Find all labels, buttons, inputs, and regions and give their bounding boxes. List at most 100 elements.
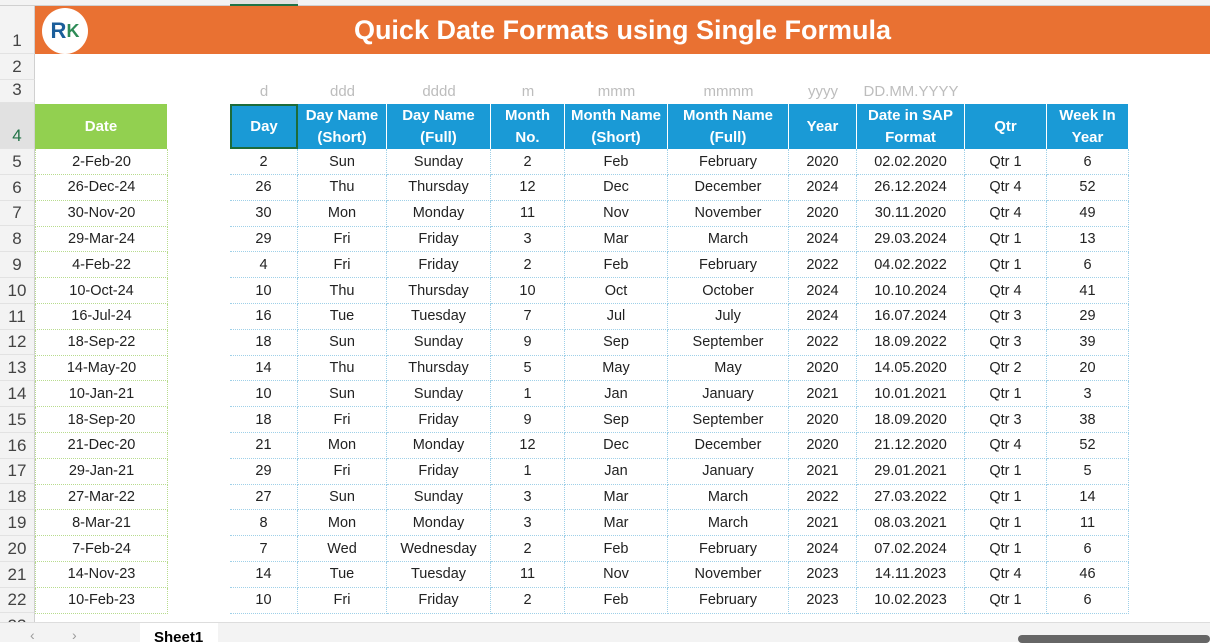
table-cell[interactable]: 52 [1047, 174, 1129, 201]
table-cell[interactable]: 3 [491, 226, 565, 253]
table-cell[interactable]: 2020 [789, 200, 857, 227]
table-cell[interactable]: 14.05.2020 [857, 355, 965, 382]
column-header[interactable]: Day [230, 104, 298, 149]
table-cell[interactable]: 10.10.2024 [857, 278, 965, 304]
table-cell[interactable]: 11 [1047, 510, 1129, 537]
column-header[interactable]: Month Name (Full) [668, 104, 789, 149]
table-cell[interactable]: 3 [1047, 381, 1129, 408]
table-cell[interactable]: 10.02.2023 [857, 587, 965, 614]
table-cell[interactable]: 18 [230, 329, 298, 356]
sheet-tab-sheet1[interactable]: Sheet1 [140, 623, 218, 643]
table-cell[interactable]: Nov [565, 200, 668, 227]
table-cell[interactable]: 2024 [789, 303, 857, 330]
table-cell[interactable]: 52 [1047, 432, 1129, 459]
table-cell[interactable]: 2024 [789, 226, 857, 253]
table-cell[interactable]: Sunday [387, 381, 491, 408]
table-cell[interactable]: February [668, 587, 789, 614]
table-cell[interactable]: Thursday [387, 174, 491, 201]
table-cell[interactable]: 10 [230, 381, 298, 408]
table-cell[interactable]: 29 [230, 226, 298, 253]
table-cell[interactable]: 12 [491, 174, 565, 201]
table-cell[interactable]: Sunday [387, 329, 491, 356]
row-header[interactable]: 13 [0, 355, 35, 382]
table-cell[interactable]: 18.09.2022 [857, 329, 965, 356]
table-cell[interactable]: Mar [565, 484, 668, 511]
table-cell[interactable]: Qtr 1 [965, 536, 1047, 562]
date-cell[interactable]: 21-Dec-20 [35, 432, 168, 459]
table-cell[interactable]: December [668, 174, 789, 201]
table-cell[interactable]: Fri [298, 407, 387, 433]
date-cell[interactable]: 2-Feb-20 [35, 149, 168, 175]
table-cell[interactable]: December [668, 432, 789, 459]
table-cell[interactable]: 5 [1047, 458, 1129, 485]
table-cell[interactable]: 14 [230, 355, 298, 382]
table-cell[interactable]: 16.07.2024 [857, 303, 965, 330]
table-cell[interactable]: Wednesday [387, 536, 491, 562]
table-cell[interactable]: 27 [230, 484, 298, 511]
table-cell[interactable]: 2021 [789, 458, 857, 485]
table-cell[interactable]: 2022 [789, 252, 857, 279]
date-cell[interactable]: 7-Feb-24 [35, 536, 168, 562]
table-cell[interactable]: Qtr 3 [965, 329, 1047, 356]
table-cell[interactable]: 18.09.2020 [857, 407, 965, 433]
table-cell[interactable]: 5 [491, 355, 565, 382]
table-cell[interactable]: February [668, 149, 789, 175]
row-header[interactable]: 20 [0, 536, 35, 562]
table-cell[interactable]: Oct [565, 278, 668, 304]
table-cell[interactable]: Feb [565, 252, 668, 279]
table-cell[interactable]: Sunday [387, 149, 491, 175]
table-cell[interactable]: 21.12.2020 [857, 432, 965, 459]
table-cell[interactable]: 8 [230, 510, 298, 537]
table-cell[interactable]: Sunday [387, 484, 491, 511]
table-cell[interactable]: Mar [565, 226, 668, 253]
table-cell[interactable]: Qtr 1 [965, 587, 1047, 614]
date-cell[interactable]: 27-Mar-22 [35, 484, 168, 511]
table-cell[interactable]: November [668, 200, 789, 227]
table-cell[interactable]: 2024 [789, 174, 857, 201]
table-cell[interactable]: 10 [230, 587, 298, 614]
table-cell[interactable]: 29.03.2024 [857, 226, 965, 253]
date-cell[interactable]: 18-Sep-20 [35, 407, 168, 433]
table-cell[interactable]: Feb [565, 149, 668, 175]
table-cell[interactable]: 08.03.2021 [857, 510, 965, 537]
table-cell[interactable]: Monday [387, 432, 491, 459]
table-cell[interactable]: Sun [298, 149, 387, 175]
row-header[interactable]: 2 [0, 54, 35, 80]
table-cell[interactable]: 26 [230, 174, 298, 201]
row-header[interactable]: 17 [0, 458, 35, 485]
table-cell[interactable]: 12 [491, 432, 565, 459]
table-cell[interactable]: 2 [491, 149, 565, 175]
row-header[interactable]: 5 [0, 149, 35, 175]
table-cell[interactable]: Friday [387, 252, 491, 279]
table-cell[interactable]: Qtr 4 [965, 200, 1047, 227]
table-cell[interactable]: 14 [230, 561, 298, 588]
table-cell[interactable]: 39 [1047, 329, 1129, 356]
table-cell[interactable]: Friday [387, 407, 491, 433]
table-cell[interactable]: Mon [298, 200, 387, 227]
table-cell[interactable]: Mon [298, 510, 387, 537]
table-cell[interactable]: 11 [491, 561, 565, 588]
table-cell[interactable]: Jul [565, 303, 668, 330]
table-cell[interactable]: 10 [230, 278, 298, 304]
table-cell[interactable]: Qtr 1 [965, 484, 1047, 511]
table-cell[interactable]: 7 [230, 536, 298, 562]
table-cell[interactable]: Tuesday [387, 561, 491, 588]
table-cell[interactable]: March [668, 484, 789, 511]
table-cell[interactable]: 11 [491, 200, 565, 227]
date-cell[interactable]: 10-Oct-24 [35, 278, 168, 304]
table-cell[interactable]: 46 [1047, 561, 1129, 588]
table-cell[interactable]: 2024 [789, 278, 857, 304]
table-cell[interactable]: Jan [565, 381, 668, 408]
date-cell[interactable]: 8-Mar-21 [35, 510, 168, 537]
table-cell[interactable]: 2 [491, 536, 565, 562]
date-cell[interactable]: 14-May-20 [35, 355, 168, 382]
column-header[interactable]: Month Name (Short) [565, 104, 668, 149]
table-cell[interactable]: Qtr 4 [965, 278, 1047, 304]
column-header[interactable]: Date in SAP Format [857, 104, 965, 149]
table-cell[interactable]: September [668, 329, 789, 356]
table-cell[interactable]: Wed [298, 536, 387, 562]
table-cell[interactable]: 16 [230, 303, 298, 330]
table-cell[interactable]: 13 [1047, 226, 1129, 253]
column-header[interactable]: Day Name (Short) [298, 104, 387, 149]
table-cell[interactable]: November [668, 561, 789, 588]
